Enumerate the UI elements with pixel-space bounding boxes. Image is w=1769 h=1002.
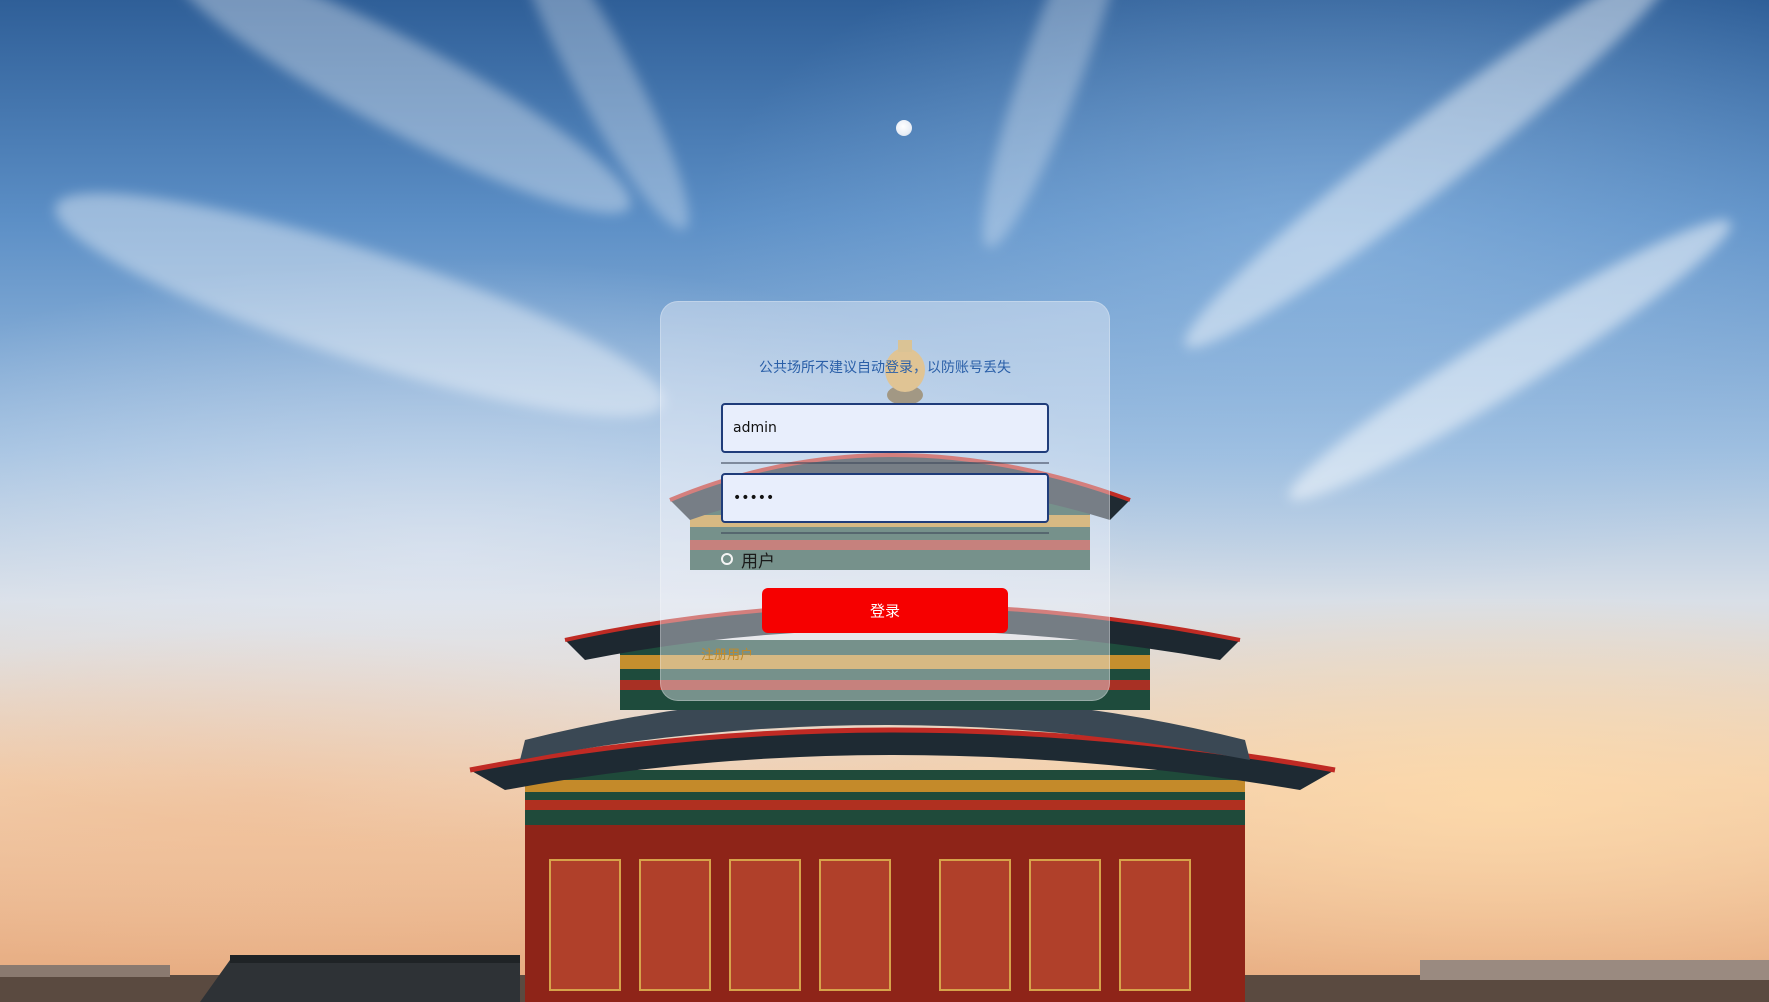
register-link[interactable]: 注册用户 [701,644,753,663]
auto-login-notice: 公共场所不建议自动登录，以防账号丢失 [759,360,1011,376]
username-input[interactable] [721,403,1049,453]
password-underline [721,532,1049,534]
role-option-label: 用户 [741,551,775,572]
login-button[interactable]: 登录 [762,588,1008,633]
login-page: 公共场所不建议自动登录，以防账号丢失 用户 登录 注册用户 [0,0,1769,1002]
login-card: 公共场所不建议自动登录，以防账号丢失 用户 登录 注册用户 [660,301,1110,701]
role-option-user[interactable]: 用户 [721,547,775,572]
username-underline [721,462,1049,464]
username-field-wrap [721,403,1049,453]
password-input[interactable] [721,473,1049,523]
password-field-wrap [721,473,1049,523]
radio-unchecked-icon[interactable] [721,553,733,565]
